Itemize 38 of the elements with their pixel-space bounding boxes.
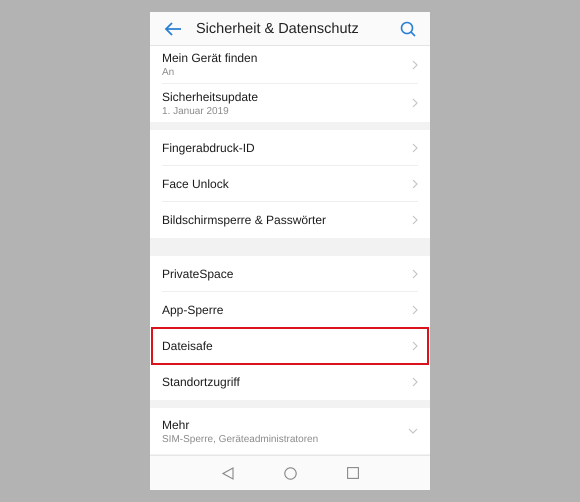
item-subtitle: SIM-Sperre, Geräteadministratoren	[162, 434, 318, 444]
chevron-right-icon	[412, 98, 418, 108]
item-subtitle: An	[162, 67, 176, 78]
chevron-down-icon	[408, 428, 418, 434]
settings-item[interactable]: Face Unlock	[162, 166, 418, 202]
back-icon[interactable]	[164, 22, 182, 36]
chevron-right-icon	[412, 60, 418, 70]
chevron-right-icon	[412, 304, 418, 314]
item-title: PrivateSpace	[162, 266, 234, 280]
item-title: App-Sperre	[162, 302, 224, 316]
settings-item[interactable]: Dateisafe	[152, 328, 428, 364]
chevron-right-icon	[412, 268, 418, 278]
search-icon[interactable]	[400, 20, 416, 36]
chevron-right-icon	[412, 340, 418, 350]
chevron-right-icon	[412, 215, 418, 225]
item-title: Fingerabdruck-ID	[162, 140, 255, 154]
settings-item[interactable]: Mein Gerät finden An	[162, 46, 418, 84]
item-title: Dateisafe	[162, 338, 213, 352]
settings-item[interactable]: PrivateSpace	[162, 256, 418, 292]
settings-item[interactable]: App-Sperre	[162, 292, 418, 328]
item-title: Standortzugriff	[162, 375, 240, 389]
item-title: Bildschirmsperre & Passwörter	[162, 213, 326, 227]
chevron-right-icon	[412, 377, 418, 387]
item-subtitle: 1. Januar 2019	[162, 106, 230, 116]
item-title: Mein Gerät finden	[162, 51, 258, 65]
home-nav-icon[interactable]	[284, 466, 296, 480]
settings-item[interactable]: Sicherheitsupdate 1. Januar 2019	[162, 84, 418, 122]
item-title: Mehr	[162, 418, 190, 432]
settings-item[interactable]: Fingerabdruck-ID	[162, 130, 418, 166]
recents-nav-icon[interactable]	[346, 467, 358, 479]
back-nav-icon[interactable]	[222, 466, 234, 480]
settings-item[interactable]: Bildschirmsperre & Passwörter	[162, 202, 418, 238]
screen-title: Sicherheit & Datenschutz	[196, 20, 360, 36]
chevron-right-icon	[412, 178, 418, 188]
item-title: Sicherheitsupdate	[162, 90, 258, 104]
chevron-right-icon	[412, 142, 418, 152]
item-title: Face Unlock	[162, 176, 229, 190]
settings-item[interactable]: Standortzugriff	[162, 364, 418, 400]
